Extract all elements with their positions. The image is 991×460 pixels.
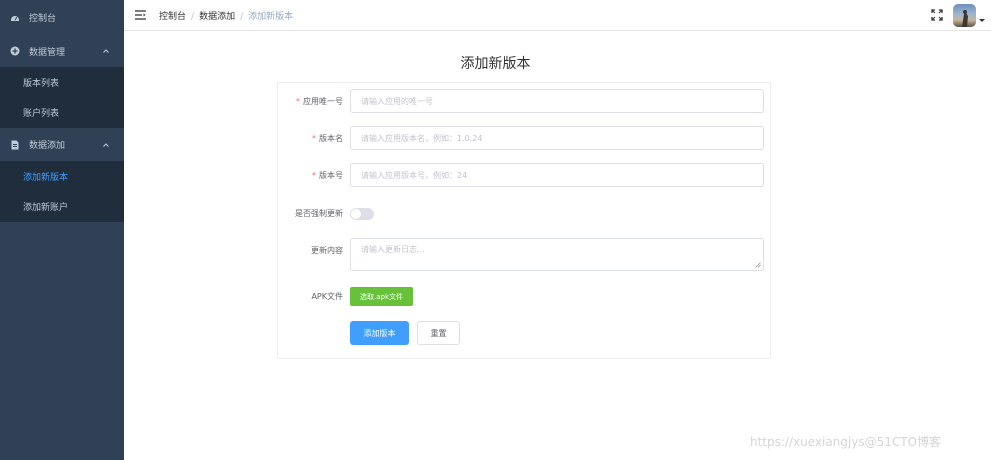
sidebar-item-add-version[interactable]: 添加新版本 (0, 161, 124, 191)
required-mark: * (312, 134, 316, 143)
sidebar-item-add-account[interactable]: 添加新账户 (0, 191, 124, 222)
select-apk-button[interactable]: 选取.apk文件 (350, 287, 413, 306)
sidebar-item-dashboard[interactable]: 控制台 (0, 0, 124, 35)
field-label-version-code: * 版本号 (312, 171, 343, 180)
input-placeholder: 请输入应用版本号，例如：24 (361, 170, 468, 180)
switch-knob (351, 209, 361, 219)
sidebar-item-label: 添加新版本 (23, 172, 69, 183)
sidebar-item-account-list[interactable]: 账户列表 (0, 97, 124, 128)
breadcrumb-item[interactable]: 数据添加 (199, 12, 235, 22)
required-mark: * (296, 97, 300, 106)
input-placeholder: 请输入应用版本名，例如：1.0.24 (361, 133, 483, 143)
avatar[interactable] (953, 4, 976, 27)
force-update-switch[interactable] (350, 208, 374, 220)
required-mark: * (312, 171, 316, 180)
textarea-placeholder: 请输入更新日志... (361, 245, 425, 254)
caret-down-icon[interactable] (979, 18, 985, 23)
navbar: 控制台 / 数据添加 / 添加新版本 (124, 0, 991, 31)
form-card (277, 82, 771, 359)
field-label-force-update: 是否强制更新 (295, 209, 343, 218)
add-version-button[interactable]: 添加版本 (350, 321, 409, 345)
reset-button[interactable]: 重置 (417, 321, 460, 345)
sidebar-item-label: 版本列表 (23, 78, 60, 89)
app-id-input[interactable]: 请输入应用的唯一号 (350, 89, 764, 113)
field-label-version-name: * 版本名 (312, 134, 343, 143)
hamburger-icon[interactable] (135, 10, 146, 20)
watermark: https://xuexiangjys@51CTO博客 (750, 435, 942, 449)
version-code-input[interactable]: 请输入应用版本号，例如：24 (350, 163, 764, 187)
breadcrumb: 控制台 / 数据添加 / 添加新版本 (159, 9, 293, 22)
changelog-textarea[interactable]: 请输入更新日志... (350, 238, 764, 271)
sidebar-item-data-add[interactable]: 数据添加 (0, 128, 124, 161)
chevron-up-icon (103, 142, 109, 147)
resize-grip-icon[interactable] (755, 262, 761, 268)
version-name-input[interactable]: 请输入应用版本名，例如：1.0.24 (350, 126, 764, 150)
page-title: 添加新版本 (460, 56, 531, 72)
field-label-changelog: 更新内容 (311, 246, 343, 255)
field-label-apk: APK文件 (311, 292, 343, 301)
input-placeholder: 请输入应用的唯一号 (361, 96, 433, 106)
breadcrumb-item[interactable]: 控制台 (159, 12, 186, 22)
fullscreen-icon[interactable] (931, 9, 943, 21)
breadcrumb-separator: / (191, 12, 195, 22)
sidebar-item-label: 数据添加 (29, 141, 66, 151)
dashboard-icon (10, 13, 20, 23)
document-icon (10, 140, 20, 150)
sidebar-item-label: 控制台 (29, 14, 57, 24)
field-label-app-id: * 应用唯一号 (296, 97, 343, 106)
breadcrumb-separator: / (240, 12, 244, 22)
sidebar-item-label: 添加新账户 (23, 203, 69, 213)
breadcrumb-current: 添加新版本 (248, 12, 294, 22)
sidebar-item-label: 账户列表 (23, 109, 60, 119)
